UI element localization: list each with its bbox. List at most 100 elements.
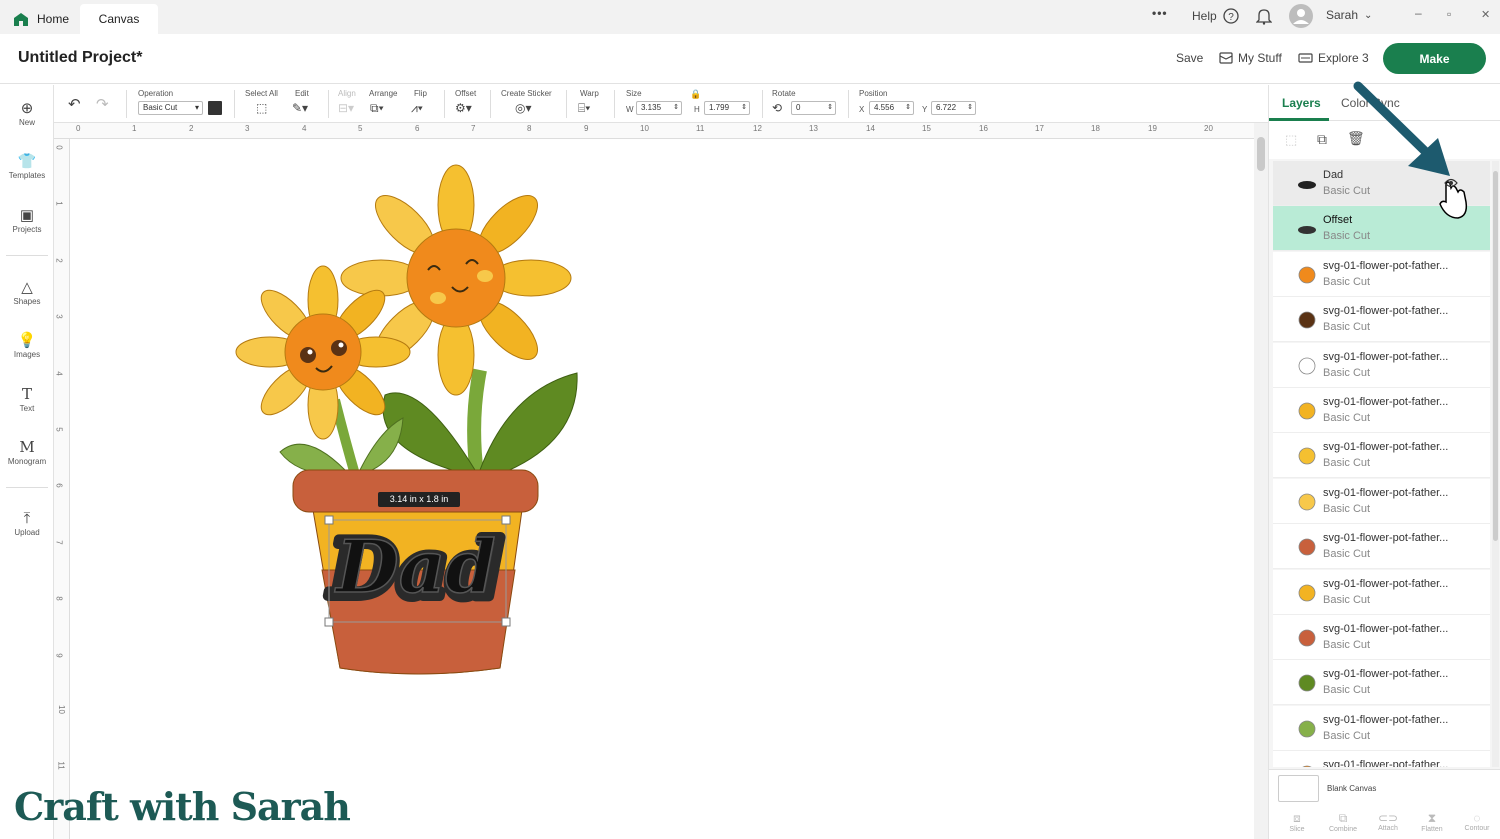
blank-canvas-row[interactable]: Blank Canvas [1269, 769, 1500, 807]
watermark-logo: Craft with Sarah [14, 784, 351, 829]
selection-handle [501, 515, 511, 525]
layer-row[interactable]: svg-01-flower-pot-father... Basic Cut [1273, 478, 1490, 524]
duplicate-icon[interactable]: ⧉ [1317, 131, 1327, 148]
contour-icon: ◌ [1473, 811, 1481, 825]
combine-button[interactable]: ⧉ Combine [1321, 811, 1365, 833]
layer-thumbnail-icon [1298, 674, 1316, 692]
group-icon[interactable]: ⬚ [1285, 132, 1297, 148]
layer-name: Offset [1323, 214, 1353, 227]
layer-thumbnail-icon [1298, 720, 1316, 738]
layer-name: svg-01-flower-pot-father... [1323, 532, 1449, 545]
layer-type: Basic Cut [1323, 321, 1371, 334]
layer-thumbnail-icon [1302, 765, 1312, 767]
layer-thumbnail-icon [1298, 629, 1316, 647]
combine-label: Combine [1328, 826, 1357, 833]
blank-canvas-label: Blank Canvas [1327, 784, 1377, 793]
make-button[interactable]: Make [1383, 43, 1486, 74]
selection-handle [501, 617, 511, 627]
layer-name: svg-01-flower-pot-father... [1323, 668, 1449, 681]
slice-icon: ⧈ [1293, 811, 1301, 825]
flatten-label: Flatten [1421, 826, 1443, 833]
restore-button[interactable]: ▫ [1447, 7, 1451, 21]
layer-thumbnail-icon [1298, 493, 1316, 511]
tab-layers[interactable]: Layers [1282, 96, 1321, 110]
contour-label: Contour [1464, 825, 1490, 832]
size-tooltip: 3.14 in x 1.8 in [378, 492, 460, 507]
leaf [359, 417, 404, 475]
scrollbar-thumb[interactable] [1257, 137, 1265, 171]
layer-thumbnail-icon [1298, 357, 1316, 374]
avatar[interactable] [1289, 4, 1313, 28]
layer-name: svg-01-flower-pot-father... [1323, 759, 1449, 767]
layer-type: Basic Cut [1323, 639, 1371, 651]
blank-canvas-swatch[interactable] [1278, 775, 1319, 802]
layers-list: Dad Basic Cut Offset Basic Cut svg-01-flower… [1273, 161, 1490, 767]
canvas-vertical-scrollbar[interactable] [1254, 123, 1268, 839]
layer-row[interactable]: svg-01-flower-pot-father... Basic Cut [1273, 569, 1490, 615]
layer-type: Basic Cut [1323, 457, 1371, 470]
slice-button[interactable]: ⧈ Slice [1275, 811, 1319, 833]
flatten-icon: ⧗ [1427, 811, 1437, 825]
layer-row[interactable]: svg-01-flower-pot-father...Basic Cut [1273, 751, 1490, 767]
layer-type: Basic Cut [1323, 275, 1371, 288]
dad-text: Dad [334, 524, 495, 609]
layer-name: Dad [1323, 169, 1344, 181]
layer-type: Basic Cut [1323, 729, 1371, 742]
leaf [479, 372, 578, 473]
layer-row[interactable]: svg-01-flower-pot-father... Basic Cut [1273, 297, 1490, 343]
layers-scrollbar[interactable] [1492, 161, 1499, 767]
leaf [279, 443, 346, 475]
layer-name: svg-01-flower-pot-father... [1323, 441, 1449, 454]
layer-thumbnail-icon [1298, 266, 1316, 284]
layer-thumbnail-icon [1298, 226, 1316, 235]
eye-visibility-icon[interactable] [1444, 177, 1458, 189]
layer-type: Basic Cut [1323, 548, 1371, 561]
layer-name: svg-01-flower-pot-father... [1323, 577, 1449, 590]
layer-row[interactable]: svg-01-flower-pot-father...Basic Cut [1273, 388, 1490, 433]
chevron-down-icon: ⌄ [1364, 9, 1373, 21]
panel-bottom-actions: ⧈ Slice ⧉ Combine ⊂⊃ Attach ⧗ Flatten ◌ Conto… [1269, 807, 1500, 839]
machine-label: Explore 3 [1318, 51, 1369, 65]
layer-name: svg-01-flower-pot-father... [1323, 305, 1449, 318]
stem [467, 368, 487, 476]
user-name: Sarah [1326, 8, 1359, 22]
layer-row[interactable]: svg-01-flower-pot-father... Basic Cut [1273, 615, 1490, 660]
layer-name: svg-01-flower-pot-father... [1323, 713, 1449, 726]
contour-button[interactable]: ◌ Contour [1455, 811, 1499, 832]
layer-thumbnail-icon [1298, 311, 1316, 329]
attach-label: Attach [1378, 825, 1398, 832]
layer-row[interactable]: svg-01-flower-pot-father... Basic Cut [1273, 342, 1490, 388]
flower-pot-design[interactable]: Dad Dad [0, 0, 1260, 839]
user-menu[interactable]: Sarah ⌄ [1326, 8, 1372, 22]
layer-thumbnail-icon [1298, 447, 1316, 465]
layer-name: svg-01-flower-pot-father... [1323, 259, 1449, 272]
layer-type: Basic Cut [1323, 366, 1371, 379]
layer-type: Basic Cut [1323, 502, 1371, 515]
layer-name: svg-01-flower-pot-father... [1323, 350, 1449, 363]
scrollbar-thumb[interactable] [1493, 171, 1498, 541]
flatten-button[interactable]: ⧗ Flatten [1410, 811, 1454, 833]
layer-name: svg-01-flower-pot-father... [1323, 623, 1449, 635]
close-button[interactable]: ✕ [1481, 8, 1490, 21]
layer-type: Basic Cut [1323, 593, 1371, 606]
annotation-arrow [1353, 81, 1468, 219]
layer-row[interactable]: svg-01-flower-pot-father... Basic Cut [1273, 705, 1490, 751]
selection-handle [324, 515, 334, 525]
attach-button[interactable]: ⊂⊃ Attach [1366, 811, 1410, 832]
layer-row[interactable]: svg-01-flower-pot-father... Basic Cut [1273, 660, 1490, 706]
layer-row[interactable]: svg-01-flower-pot-father... Basic Cut [1273, 251, 1490, 297]
layer-thumbnail-icon [1298, 402, 1316, 420]
layer-row[interactable]: svg-01-flower-pot-father... Basic Cut [1273, 524, 1490, 570]
layer-row[interactable]: svg-01-flower-pot-father... Basic Cut [1273, 433, 1490, 479]
machine-selector[interactable]: Explore 3 [1298, 51, 1369, 65]
minimize-button[interactable]: – [1415, 6, 1422, 20]
layer-type: Basic Cut [1323, 684, 1371, 697]
layer-type: Basic Cut [1323, 412, 1371, 424]
combine-icon: ⧉ [1338, 811, 1348, 825]
machine-icon [1298, 53, 1313, 63]
attach-icon: ⊂⊃ [1377, 811, 1399, 825]
layer-name: svg-01-flower-pot-father... [1323, 486, 1449, 499]
layer-thumbnail-icon [1298, 181, 1316, 189]
layer-thumbnail-icon [1298, 584, 1316, 601]
layer-thumbnail-icon [1298, 538, 1316, 556]
